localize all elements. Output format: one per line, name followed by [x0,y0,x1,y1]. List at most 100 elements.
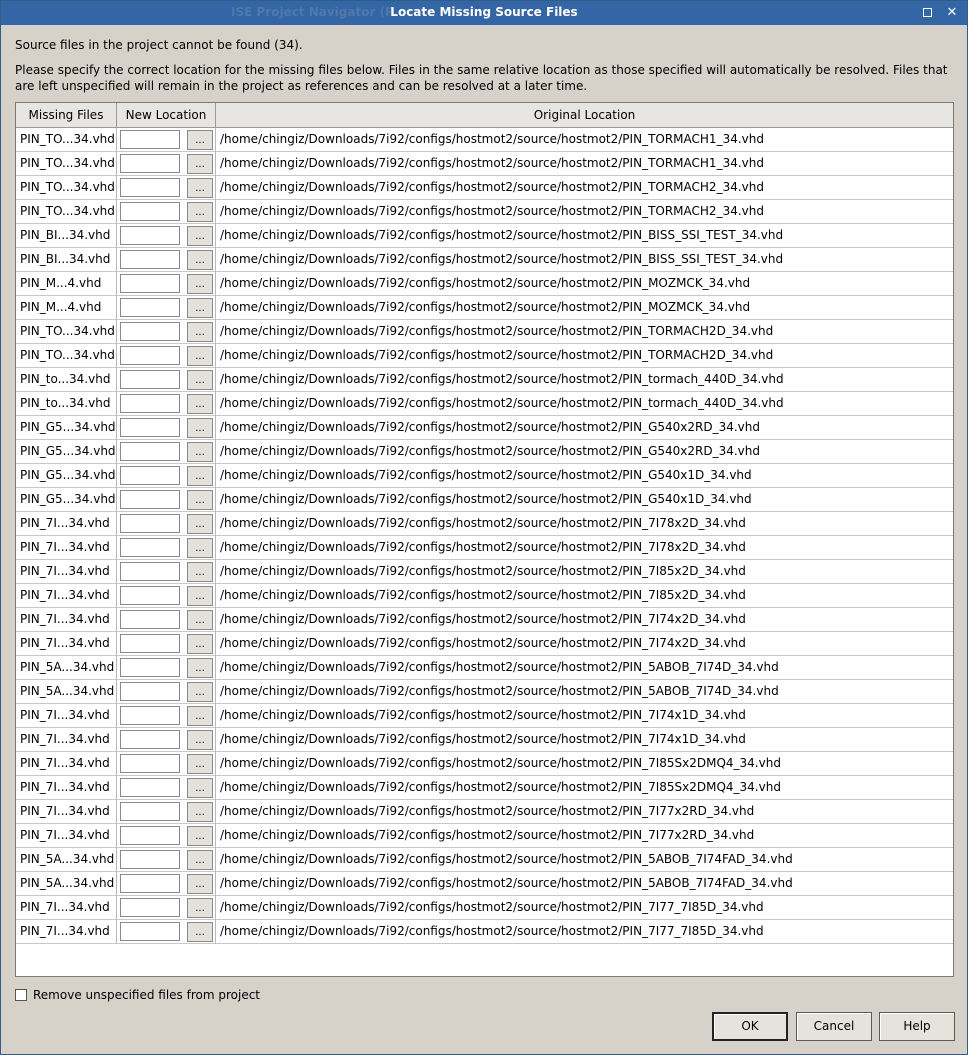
browse-button[interactable]: ... [187,178,213,198]
new-location-input[interactable] [120,274,180,293]
table-row[interactable]: PIN_TO...34.vhd.../home/chingiz/Download… [16,344,953,368]
browse-button[interactable]: ... [187,346,213,366]
browse-button[interactable]: ... [187,514,213,534]
new-location-input[interactable] [120,226,180,245]
new-location-input[interactable] [120,346,180,365]
table-row[interactable]: PIN_TO...34.vhd.../home/chingiz/Download… [16,176,953,200]
table-row[interactable]: PIN_7I...34.vhd.../home/chingiz/Download… [16,704,953,728]
table-row[interactable]: PIN_TO...34.vhd.../home/chingiz/Download… [16,320,953,344]
browse-button[interactable]: ... [187,370,213,390]
table-row[interactable]: PIN_7I...34.vhd.../home/chingiz/Download… [16,752,953,776]
table-row[interactable]: PIN_7I...34.vhd.../home/chingiz/Download… [16,536,953,560]
browse-button[interactable]: ... [187,322,213,342]
browse-button[interactable]: ... [187,562,213,582]
new-location-input[interactable] [120,250,180,269]
new-location-input[interactable] [120,898,180,917]
browse-button[interactable]: ... [187,130,213,150]
new-location-input[interactable] [120,154,180,173]
table-row[interactable]: PIN_7I...34.vhd.../home/chingiz/Download… [16,920,953,944]
new-location-input[interactable] [120,538,180,557]
new-location-input[interactable] [120,418,180,437]
new-location-input[interactable] [120,922,180,941]
browse-button[interactable]: ... [187,634,213,654]
browse-button[interactable]: ... [187,658,213,678]
table-row[interactable]: PIN_7I...34.vhd.../home/chingiz/Download… [16,728,953,752]
browse-button[interactable]: ... [187,274,213,294]
table-row[interactable]: PIN_to...34.vhd.../home/chingiz/Download… [16,392,953,416]
browse-button[interactable]: ... [187,298,213,318]
table-row[interactable]: PIN_BI...34.vhd.../home/chingiz/Download… [16,248,953,272]
table-row[interactable]: PIN_G5...34.vhd.../home/chingiz/Download… [16,416,953,440]
table-row[interactable]: PIN_TO...34.vhd.../home/chingiz/Download… [16,152,953,176]
new-location-input[interactable] [120,490,180,509]
table-row[interactable]: PIN_7I...34.vhd.../home/chingiz/Download… [16,896,953,920]
new-location-input[interactable] [120,370,180,389]
table-row[interactable]: PIN_TO...34.vhd.../home/chingiz/Download… [16,128,953,152]
browse-button[interactable]: ... [187,418,213,438]
header-missing-files[interactable]: Missing Files [16,103,117,128]
maximize-icon[interactable] [919,4,937,22]
browse-button[interactable]: ... [187,202,213,222]
new-location-input[interactable] [120,730,180,749]
browse-button[interactable]: ... [187,682,213,702]
table-row[interactable]: PIN_7I...34.vhd.../home/chingiz/Download… [16,584,953,608]
new-location-input[interactable] [120,586,180,605]
table-row[interactable]: PIN_7I...34.vhd.../home/chingiz/Download… [16,776,953,800]
browse-button[interactable]: ... [187,922,213,942]
browse-button[interactable]: ... [187,730,213,750]
table-row[interactable]: PIN_5A...34.vhd.../home/chingiz/Download… [16,872,953,896]
new-location-input[interactable] [120,298,180,317]
table-row[interactable]: PIN_7I...34.vhd.../home/chingiz/Download… [16,824,953,848]
header-original-location[interactable]: Original Location [216,103,953,128]
new-location-input[interactable] [120,778,180,797]
table-row[interactable]: PIN_BI...34.vhd.../home/chingiz/Download… [16,224,953,248]
new-location-input[interactable] [120,562,180,581]
table-row[interactable]: PIN_7I...34.vhd.../home/chingiz/Download… [16,512,953,536]
browse-button[interactable]: ... [187,898,213,918]
table-row[interactable]: PIN_G5...34.vhd.../home/chingiz/Download… [16,464,953,488]
new-location-input[interactable] [120,706,180,725]
header-new-location[interactable]: New Location [117,103,216,128]
new-location-input[interactable] [120,130,180,149]
new-location-input[interactable] [120,466,180,485]
browse-button[interactable]: ... [187,394,213,414]
close-icon[interactable]: ✕ [943,4,961,22]
table-row[interactable]: PIN_5A...34.vhd.../home/chingiz/Download… [16,680,953,704]
new-location-input[interactable] [120,394,180,413]
browse-button[interactable]: ... [187,874,213,894]
browse-button[interactable]: ... [187,610,213,630]
remove-unspecified-checkbox[interactable] [15,989,27,1001]
table-row[interactable]: PIN_TO...34.vhd.../home/chingiz/Download… [16,200,953,224]
new-location-input[interactable] [120,850,180,869]
browse-button[interactable]: ... [187,754,213,774]
new-location-input[interactable] [120,754,180,773]
browse-button[interactable]: ... [187,706,213,726]
table-row[interactable]: PIN_M...4.vhd.../home/chingiz/Downloads/… [16,272,953,296]
new-location-input[interactable] [120,682,180,701]
new-location-input[interactable] [120,178,180,197]
ok-button[interactable]: OK [712,1012,788,1041]
missing-files-table[interactable]: Missing Files New Location Original Loca… [15,102,954,977]
table-row[interactable]: PIN_G5...34.vhd.../home/chingiz/Download… [16,440,953,464]
browse-button[interactable]: ... [187,586,213,606]
new-location-input[interactable] [120,202,180,221]
new-location-input[interactable] [120,514,180,533]
new-location-input[interactable] [120,322,180,341]
table-row[interactable]: PIN_7I...34.vhd.../home/chingiz/Download… [16,608,953,632]
browse-button[interactable]: ... [187,826,213,846]
browse-button[interactable]: ... [187,250,213,270]
table-row[interactable]: PIN_7I...34.vhd.../home/chingiz/Download… [16,800,953,824]
table-row[interactable]: PIN_7I...34.vhd.../home/chingiz/Download… [16,560,953,584]
table-row[interactable]: PIN_M...4.vhd.../home/chingiz/Downloads/… [16,296,953,320]
browse-button[interactable]: ... [187,850,213,870]
browse-button[interactable]: ... [187,466,213,486]
table-row[interactable]: PIN_7I...34.vhd.../home/chingiz/Download… [16,632,953,656]
new-location-input[interactable] [120,610,180,629]
browse-button[interactable]: ... [187,490,213,510]
browse-button[interactable]: ... [187,802,213,822]
cancel-button[interactable]: Cancel [796,1012,872,1041]
browse-button[interactable]: ... [187,154,213,174]
browse-button[interactable]: ... [187,538,213,558]
table-row[interactable]: PIN_5A...34.vhd.../home/chingiz/Download… [16,656,953,680]
browse-button[interactable]: ... [187,442,213,462]
